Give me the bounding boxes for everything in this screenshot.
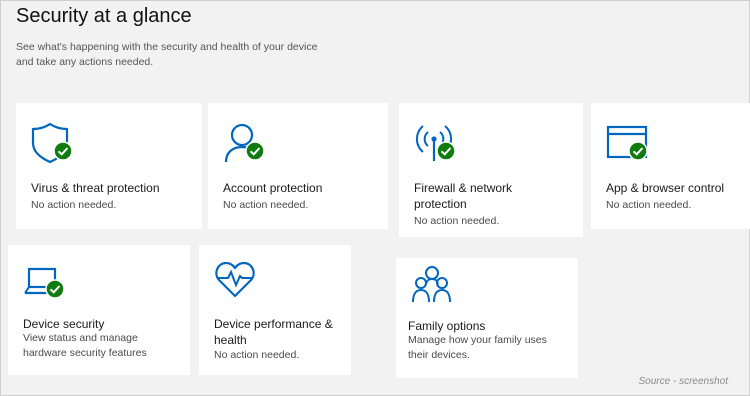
- tile-title: Firewall & network protection: [414, 181, 513, 211]
- tile-device-security[interactable]: Device security View status and manage h…: [8, 245, 190, 375]
- tile-title: App & browser control: [606, 181, 725, 195]
- tile-status: No action needed.: [31, 199, 117, 211]
- page-description: See what's happening with the security a…: [16, 41, 318, 68]
- tile-status: No action needed.: [606, 199, 692, 211]
- family-icon: [411, 264, 459, 308]
- tile-account-protection[interactable]: Account protection No action needed.: [208, 103, 388, 229]
- check-badge-icon: [245, 141, 265, 166]
- tile-app-browser-control[interactable]: App & browser control No action needed.: [591, 103, 750, 229]
- tile-title: Device security: [23, 317, 105, 331]
- page-title: Security at a glance: [16, 5, 192, 27]
- tile-title: Family options: [408, 319, 486, 333]
- tile-firewall-network-protection[interactable]: Firewall & network protection No action …: [399, 103, 583, 237]
- tile-title: Account protection: [223, 181, 323, 195]
- check-badge-icon: [45, 279, 65, 304]
- tile-status: No action needed.: [214, 349, 300, 361]
- tile-title: Device performance & health: [214, 317, 333, 347]
- tile-status: No action needed.: [223, 199, 309, 211]
- check-badge-icon: [53, 141, 73, 166]
- heart-pulse-icon: [214, 259, 262, 303]
- tile-family-options[interactable]: Family options Manage how your family us…: [396, 258, 578, 378]
- tile-status: Manage how your family uses their device…: [408, 334, 547, 361]
- check-badge-icon: [628, 141, 648, 166]
- tile-title: Virus & threat protection: [31, 181, 160, 195]
- tile-virus-threat-protection[interactable]: Virus & threat protection No action need…: [16, 103, 202, 229]
- tile-status: No action needed.: [414, 215, 500, 227]
- check-badge-icon: [436, 141, 456, 166]
- source-caption: Source - screenshot: [638, 376, 729, 387]
- tile-device-performance-health[interactable]: Device performance & health No action ne…: [199, 245, 351, 375]
- tile-status: View status and manage hardware security…: [23, 332, 147, 359]
